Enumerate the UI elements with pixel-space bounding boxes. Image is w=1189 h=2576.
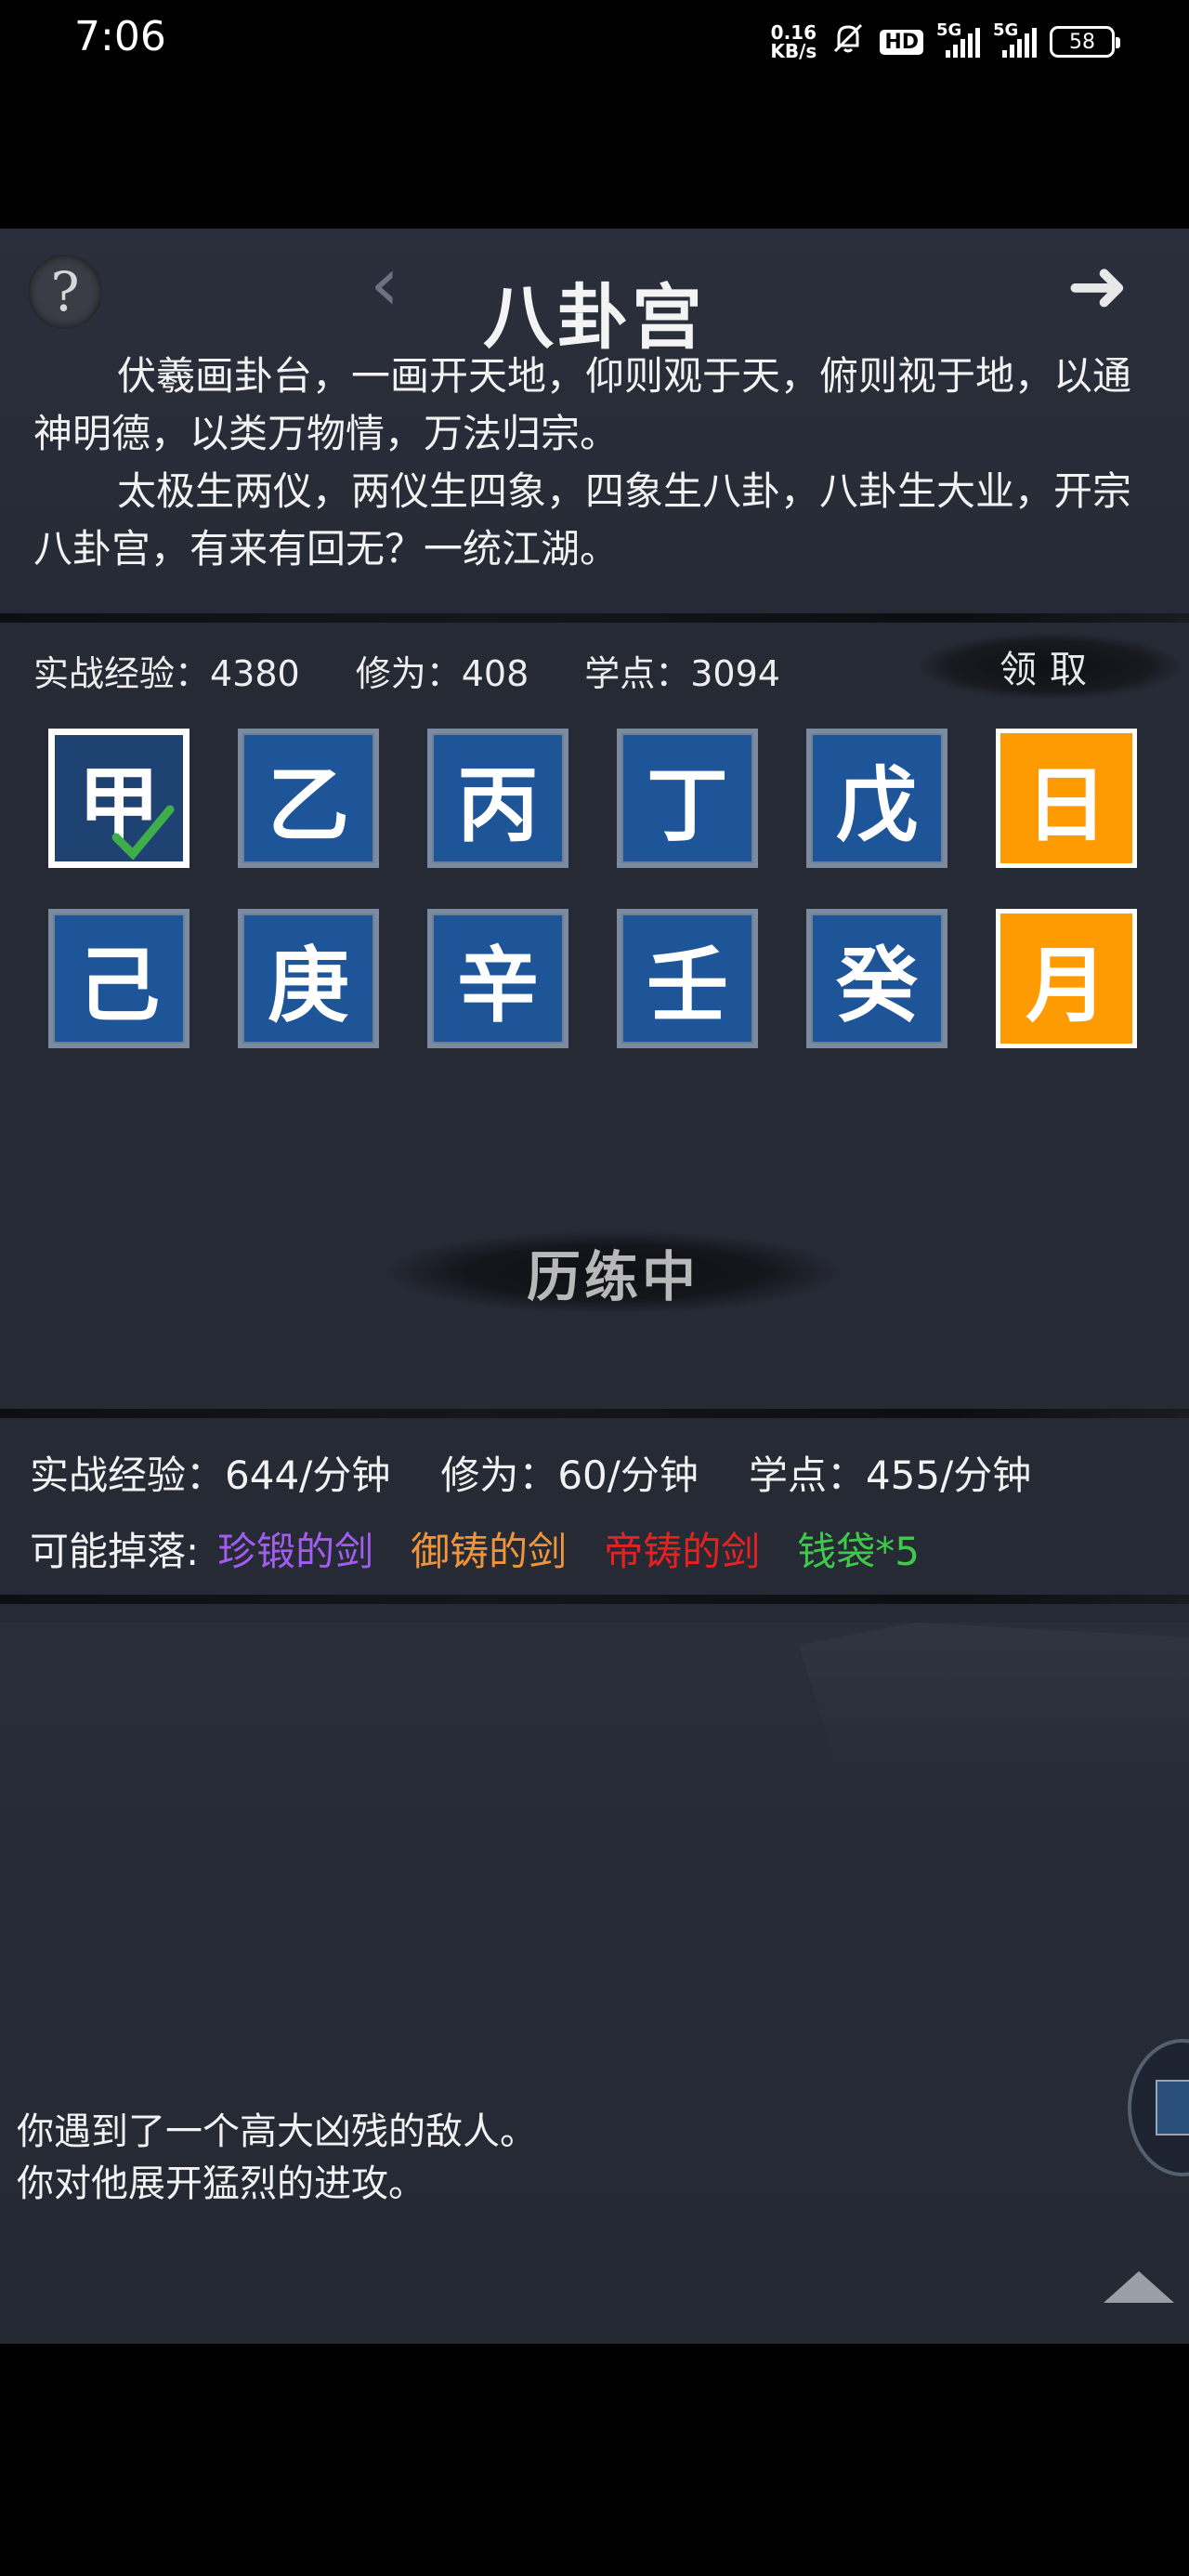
- tile-label: 壬: [646, 936, 728, 1033]
- stem-tile[interactable]: 丙: [427, 729, 568, 868]
- tile-label: 丁: [646, 756, 728, 853]
- stem-tile[interactable]: 壬: [617, 909, 758, 1048]
- stem-tile[interactable]: 辛: [427, 909, 568, 1048]
- scroll-up-icon[interactable]: [1104, 2271, 1174, 2303]
- stats-row: 实战经验：4380 修为：408 学点：3094: [33, 645, 780, 696]
- tile-label: 戊: [835, 756, 918, 853]
- tile-label: 己: [77, 936, 160, 1033]
- signal-label: 5G: [993, 20, 1019, 40]
- stem-tile[interactable]: 月: [996, 909, 1137, 1048]
- status-icons: 0.16 KB/s HD 5G 5G 58: [770, 19, 1120, 65]
- points-stat: 学点：3094: [584, 653, 780, 694]
- drops-label: 可能掉落:: [30, 1529, 200, 1574]
- checkmark-icon: [111, 805, 175, 861]
- stem-tile[interactable]: 甲: [48, 729, 189, 868]
- signal-icon: 5G: [936, 20, 980, 58]
- tile-grid: 甲乙 丙 丁 戊 日己 庚 辛 壬 癸 月: [48, 729, 1144, 1048]
- drop-item[interactable]: 钱袋*5: [797, 1520, 920, 1577]
- stem-tile[interactable]: 己: [48, 909, 189, 1048]
- rates-row: 实战经验：644/分钟 修为：60/分钟 学点：455/分钟: [30, 1444, 1031, 1501]
- stem-tile[interactable]: 丁: [617, 729, 758, 868]
- drops-row: 可能掉落: 珍锻的剑 御铸的剑 帝铸的剑 钱袋*5: [30, 1520, 920, 1577]
- exp-stat: 实战经验：4380: [33, 653, 300, 694]
- tile-label: 乙: [267, 756, 349, 853]
- net-speed-value: 0.16: [770, 21, 817, 44]
- battle-log: 你遇到了一个高大凶残的敌人。 你对他展开猛烈的进攻。: [17, 2106, 537, 2210]
- training-status-button[interactable]: 历练中: [381, 1230, 845, 1314]
- header: ? ‹ 八卦宫 ➜ 伏羲画卦台，一画开天地，仰则观于天，俯则视于地，以通神明德，…: [0, 229, 1189, 619]
- stem-tile[interactable]: 戊: [806, 729, 947, 868]
- hd-badge: HD: [880, 29, 923, 55]
- intro-paragraph: 伏羲画卦台，一画开天地，仰则观于天，俯则视于地，以通神明德，以类万物情，万法归宗…: [33, 353, 1132, 456]
- stem-tile[interactable]: 癸: [806, 909, 947, 1048]
- prev-arrow-icon[interactable]: ‹: [370, 247, 399, 322]
- scene-background: [799, 1623, 1189, 1771]
- stem-tile[interactable]: 庚: [238, 909, 379, 1048]
- stem-tile[interactable]: 日: [996, 729, 1137, 868]
- tile-label: 日: [1025, 756, 1107, 853]
- battery-level: 58: [1069, 30, 1095, 54]
- nav-bar-area: [0, 2344, 1189, 2576]
- signal-icon: 5G: [993, 20, 1037, 58]
- tile-label: 辛: [456, 936, 539, 1033]
- drop-item[interactable]: 帝铸的剑: [604, 1520, 760, 1577]
- intro-text: 伏羲画卦台，一画开天地，仰则观于天，俯则视于地，以通神明德，以类万物情，万法归宗…: [33, 348, 1157, 578]
- status-bar: 7:06 0.16 KB/s HD 5G 5G 58: [0, 0, 1189, 84]
- tile-label: 丙: [456, 756, 539, 853]
- cultivation-rate: 修为：60/分钟: [440, 1452, 699, 1498]
- battle-scene: [0, 1623, 1189, 2344]
- drop-item[interactable]: 御铸的剑: [411, 1520, 567, 1577]
- stem-tile[interactable]: 乙: [238, 729, 379, 868]
- intro-paragraph: 太极生两仪，两仪生四象，四象生八卦，八卦生大业，开宗八卦宫，有来有回无？一统江湖…: [33, 468, 1132, 572]
- signal-label: 5G: [936, 20, 962, 40]
- mute-bell-icon: [830, 20, 867, 65]
- log-line: 你遇到了一个高大凶残的敌人。: [17, 2110, 537, 2153]
- tile-label: 月: [1025, 936, 1107, 1033]
- tile-label: 癸: [835, 936, 918, 1033]
- log-line: 你对他展开猛烈的进攻。: [17, 2162, 425, 2205]
- exp-rate: 实战经验：644/分钟: [30, 1452, 391, 1498]
- divider: [0, 1409, 1189, 1418]
- divider: [0, 1595, 1189, 1604]
- points-rate: 学点：455/分钟: [748, 1452, 1032, 1498]
- cultivation-stat: 修为：408: [355, 653, 529, 694]
- drop-item[interactable]: 珍锻的剑: [217, 1520, 373, 1577]
- help-button[interactable]: ?: [28, 255, 102, 329]
- tile-label: 庚: [267, 936, 349, 1033]
- divider: [0, 613, 1189, 623]
- status-time: 7:06: [74, 13, 166, 60]
- next-arrow-icon[interactable]: ➜: [1066, 249, 1129, 323]
- game-screen: ? ‹ 八卦宫 ➜ 伏羲画卦台，一画开天地，仰则观于天，俯则视于地，以通神明德，…: [0, 229, 1189, 2344]
- net-speed-unit: KB/s: [770, 40, 817, 62]
- net-speed: 0.16 KB/s: [770, 23, 817, 60]
- battery-icon: 58: [1050, 26, 1120, 58]
- claim-button[interactable]: 领取: [920, 634, 1180, 699]
